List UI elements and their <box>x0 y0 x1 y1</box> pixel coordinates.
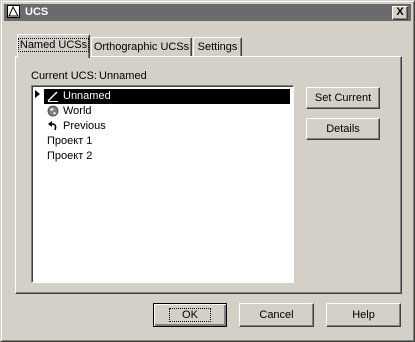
title-bar[interactable]: UCS X <box>4 4 411 21</box>
ok-button[interactable]: OK <box>153 303 227 327</box>
list-item-project-2[interactable]: Проект 2 <box>47 149 290 164</box>
tab-settings-label: Settings <box>197 41 238 53</box>
tab-named-ucss[interactable]: Named UCSs <box>17 34 90 58</box>
current-pointer-icon <box>35 90 40 98</box>
details-button[interactable]: Details <box>306 118 380 140</box>
list-item-label: Проект 2 <box>47 150 93 162</box>
list-item-project-1[interactable]: Проект 1 <box>47 134 290 149</box>
list-item-unnamed[interactable]: Unnamed <box>44 89 290 104</box>
help-button[interactable]: Help <box>326 303 401 327</box>
window-title: UCS <box>25 6 49 18</box>
close-button[interactable]: X <box>392 6 408 20</box>
ucs-dialog: UCS X Named UCSs Orthographic UCSs Setti… <box>0 0 415 342</box>
pencil-icon <box>47 91 58 102</box>
ucs-list[interactable]: Unnamed World Previous Проект 1 Проект 2 <box>31 85 294 283</box>
globe-icon <box>47 105 59 117</box>
set-current-button[interactable]: Set Current <box>306 87 380 109</box>
ok-button-label: OK <box>169 308 211 322</box>
list-item-label: Unnamed <box>63 90 111 102</box>
undo-arrow-icon <box>48 121 57 131</box>
list-item-previous[interactable]: Previous <box>44 119 290 134</box>
autocad-app-icon <box>7 5 20 18</box>
cancel-button[interactable]: Cancel <box>239 303 314 327</box>
current-ucs-value: Unnamed <box>99 70 147 82</box>
tab-settings[interactable]: Settings <box>193 37 242 56</box>
tab-orthographic-ucss-label: Orthographic UCSs <box>93 41 190 53</box>
list-item-world[interactable]: World <box>44 104 290 119</box>
list-item-label: Previous <box>63 120 106 132</box>
tab-named-ucss-label: Named UCSs <box>17 38 90 52</box>
list-item-label: World <box>63 105 92 117</box>
current-ucs-label: Current UCS: <box>31 70 98 82</box>
tab-orthographic-ucss[interactable]: Orthographic UCSs <box>91 37 192 56</box>
list-item-label: Проект 1 <box>47 135 93 147</box>
